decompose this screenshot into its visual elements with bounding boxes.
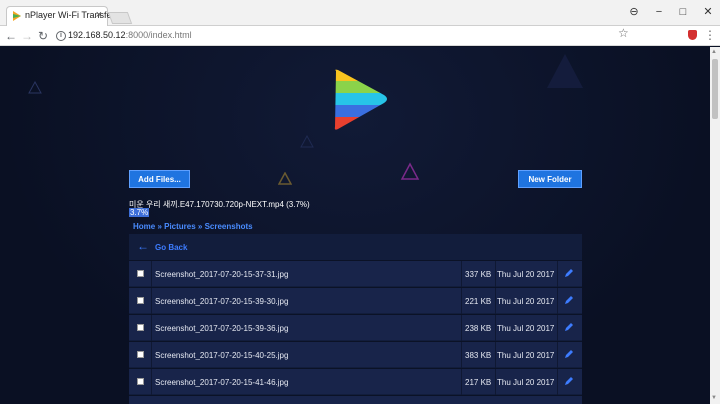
column-divider: [461, 288, 462, 314]
column-divider: [151, 342, 152, 368]
decor-triangle-icon: [300, 135, 314, 148]
file-size: 238 KB: [465, 324, 492, 333]
reload-icon[interactable]: ↻: [35, 28, 51, 44]
back-arrow-icon[interactable]: ←: [137, 239, 149, 253]
file-date: Thu Jul 20 2017: [497, 324, 555, 333]
pencil-edit-icon[interactable]: [563, 375, 575, 387]
column-divider: [151, 288, 152, 314]
decor-shape-icon: [547, 54, 583, 88]
select-checkbox[interactable]: [137, 324, 144, 331]
file-name[interactable]: Screenshot_2017-07-20-15-41-46.jpg: [155, 378, 288, 387]
scroll-thumb[interactable]: [712, 59, 718, 119]
upload-filename: 미운 우리 새끼.E47.170730.720p-NEXT.mp4 (3.7%): [129, 200, 310, 209]
forward-nav-icon[interactable]: →: [19, 28, 35, 44]
maximize-button[interactable]: □: [672, 4, 694, 20]
column-divider: [495, 315, 496, 341]
select-checkbox[interactable]: [137, 378, 144, 385]
column-divider: [557, 369, 558, 395]
column-divider: [495, 261, 496, 287]
file-name[interactable]: Screenshot_2017-07-20-15-39-36.jpg: [155, 324, 288, 333]
pencil-edit-icon[interactable]: [563, 348, 575, 360]
nplayer-favicon-icon: [13, 11, 21, 21]
file-size: 337 KB: [465, 270, 492, 279]
column-divider: [495, 342, 496, 368]
column-divider: [461, 315, 462, 341]
add-files-button[interactable]: Add Files...: [129, 170, 190, 188]
file-name[interactable]: Screenshot_2017-07-20-15-37-31.jpg: [155, 270, 288, 279]
browser-menu-icon[interactable]: ⋮: [704, 28, 716, 42]
file-size: 217 KB: [465, 378, 492, 387]
column-divider: [557, 261, 558, 287]
upload-percent: 3.7%: [129, 208, 150, 217]
decor-triangle-icon: [278, 172, 292, 185]
file-name[interactable]: Screenshot_2017-07-20-15-40-25.jpg: [155, 351, 288, 360]
column-divider: [557, 342, 558, 368]
nplayer-logo-icon: [334, 69, 388, 130]
list-item[interactable]: Screenshot_2017-07-20-15-41-46.jpg 217 K…: [129, 368, 582, 395]
file-date: Thu Jul 20 2017: [497, 297, 555, 306]
page-content: Add Files... New Folder 미운 우리 새끼.E47.170…: [0, 47, 710, 404]
browser-tab[interactable]: nPlayer Wi-Fi Transfer ×: [6, 6, 115, 26]
file-date: Thu Jul 20 2017: [497, 378, 555, 387]
new-tab-button[interactable]: [107, 12, 133, 24]
column-divider: [557, 288, 558, 314]
site-info-icon[interactable]: i: [56, 31, 66, 41]
profile-icon[interactable]: ⊖: [623, 4, 645, 20]
decor-triangle-icon: [28, 81, 42, 94]
column-divider: [151, 369, 152, 395]
column-divider: [461, 261, 462, 287]
column-divider: [461, 369, 462, 395]
pencil-edit-icon[interactable]: [563, 321, 575, 333]
file-size: 221 KB: [465, 297, 492, 306]
scroll-up-icon[interactable]: ▲: [711, 49, 717, 55]
file-size: 383 KB: [465, 351, 492, 360]
select-checkbox[interactable]: [137, 351, 144, 358]
select-checkbox[interactable]: [137, 270, 144, 277]
minimize-button[interactable]: −: [648, 4, 670, 20]
browser-titlebar: nPlayer Wi-Fi Transfer × ⊖ − □ ✕: [0, 0, 720, 26]
pencil-edit-icon[interactable]: [563, 294, 575, 306]
back-nav-icon[interactable]: ←: [3, 28, 19, 44]
column-divider: [495, 369, 496, 395]
file-name[interactable]: Screenshot_2017-07-20-15-39-30.jpg: [155, 297, 288, 306]
list-item[interactable]: Screenshot_2017-07-20-15-39-30.jpg 221 K…: [129, 287, 582, 314]
scroll-down-icon[interactable]: ▼: [711, 395, 717, 401]
column-divider: [557, 315, 558, 341]
new-folder-button[interactable]: New Folder: [518, 170, 582, 188]
file-date: Thu Jul 20 2017: [497, 270, 555, 279]
file-list: ← Go Back Screenshot_2017-07-20-15-37-31…: [129, 234, 582, 404]
breadcrumb[interactable]: Home » Pictures » Screenshots: [133, 222, 253, 231]
column-divider: [461, 342, 462, 368]
select-checkbox[interactable]: [137, 297, 144, 304]
browser-toolbar: ← → ↻ i 192.168.50.12:8000/index.html ☆ …: [0, 26, 720, 46]
close-window-button[interactable]: ✕: [697, 4, 719, 20]
url-text: 192.168.50.12:8000/index.html: [68, 30, 192, 40]
list-item[interactable]: Screenshot_2017-07-20-15-37-31.jpg 337 K…: [129, 260, 582, 287]
column-divider: [495, 288, 496, 314]
file-date: Thu Jul 20 2017: [497, 351, 555, 360]
tab-close-icon[interactable]: ×: [96, 9, 102, 21]
address-bar[interactable]: i 192.168.50.12:8000/index.html: [52, 28, 684, 44]
column-divider: [151, 261, 152, 287]
pencil-edit-icon[interactable]: [563, 267, 575, 279]
bookmark-star-icon[interactable]: ☆: [618, 26, 629, 40]
column-divider: [151, 315, 152, 341]
list-item[interactable]: [129, 395, 582, 404]
decor-triangle-icon: [400, 162, 420, 180]
page-scrollbar[interactable]: ▲ ▼: [710, 47, 720, 404]
list-item[interactable]: Screenshot_2017-07-20-15-39-36.jpg 238 K…: [129, 314, 582, 341]
go-back-label[interactable]: Go Back: [155, 243, 187, 252]
list-item[interactable]: Screenshot_2017-07-20-15-40-25.jpg 383 K…: [129, 341, 582, 368]
go-back-row[interactable]: ← Go Back: [129, 234, 582, 260]
extension-shield-icon[interactable]: [688, 30, 697, 40]
